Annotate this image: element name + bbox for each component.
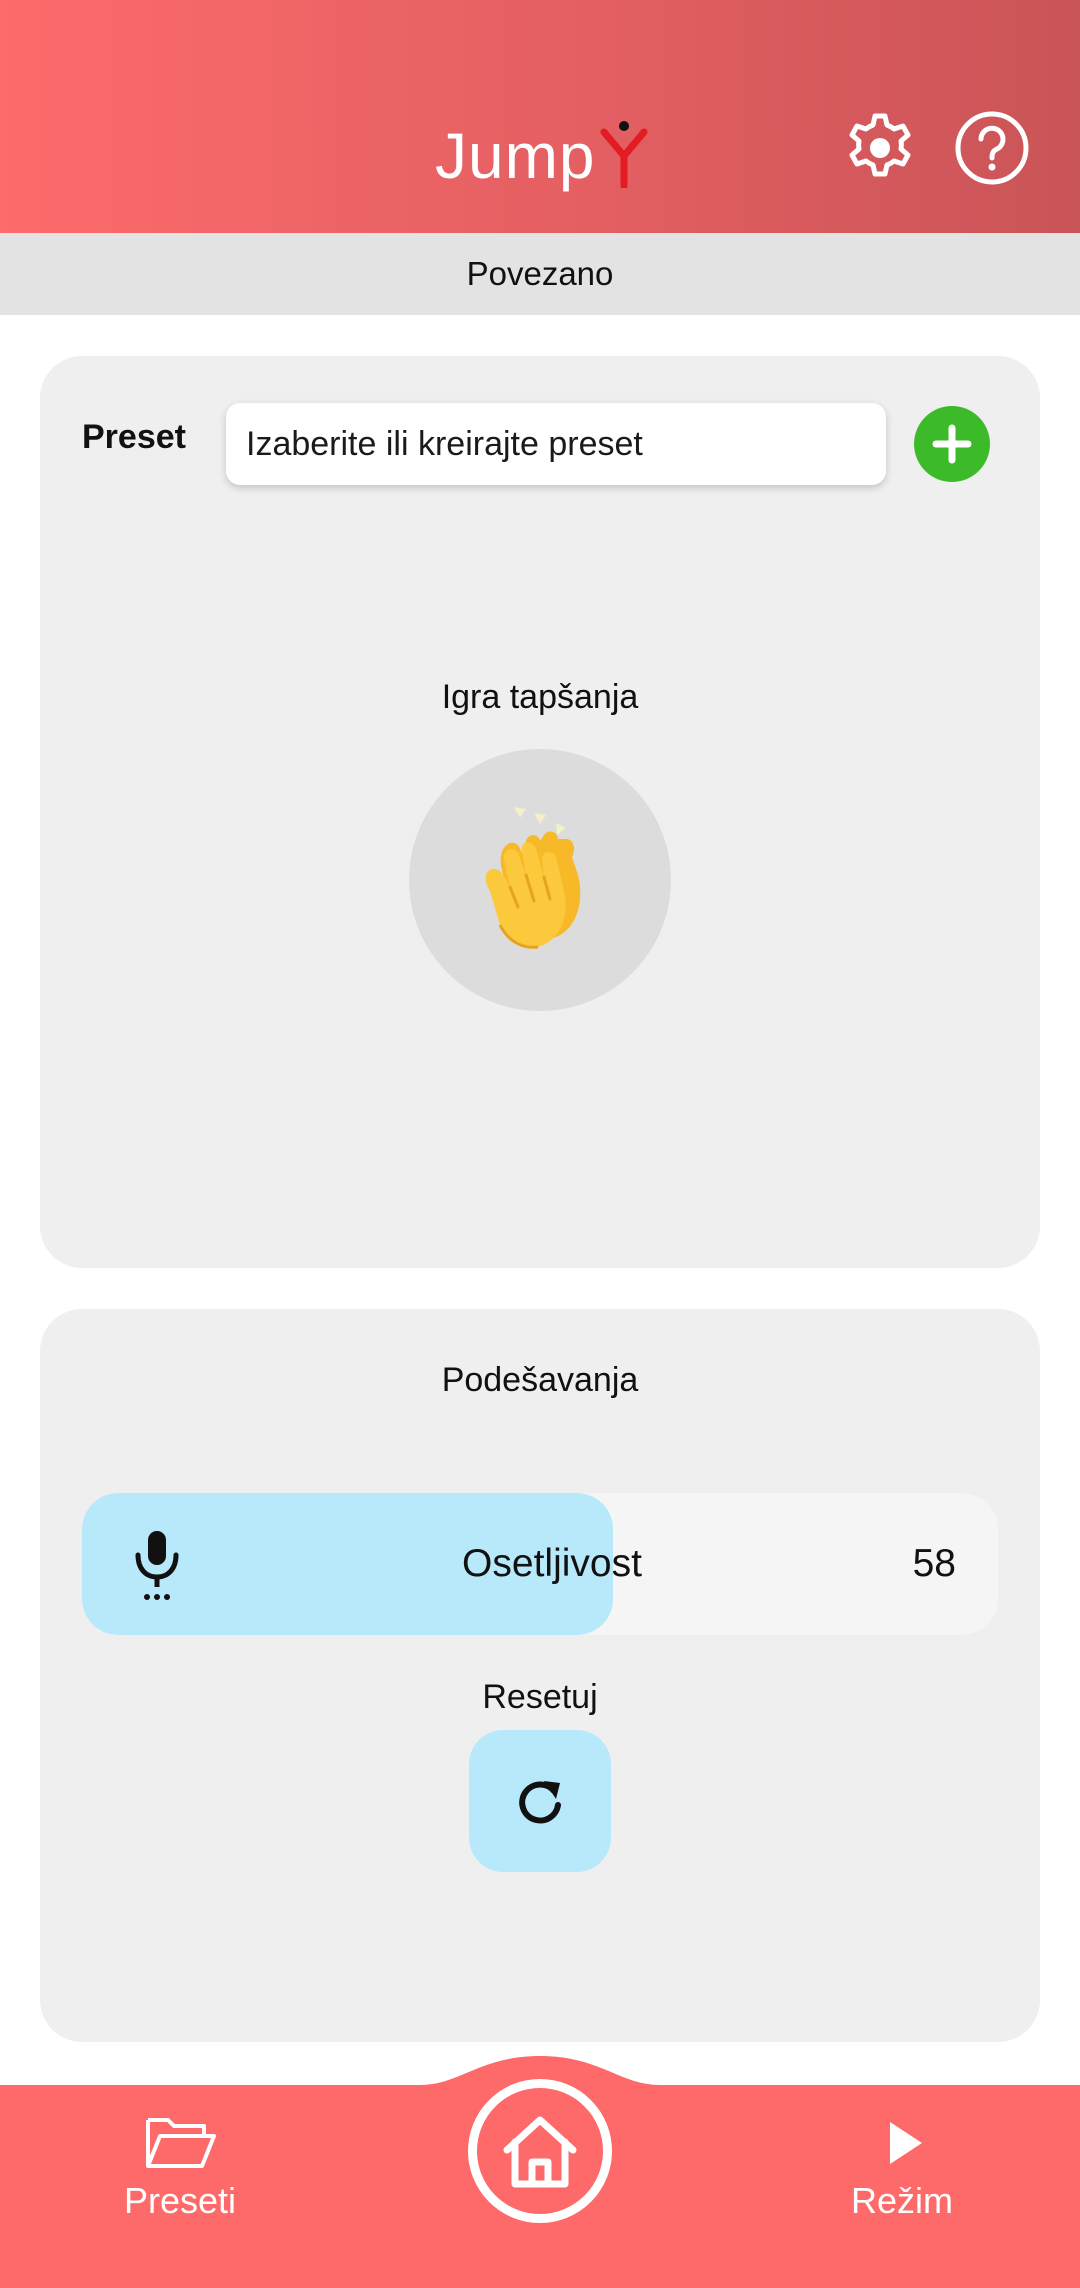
preset-input-placeholder: Izaberite ili kreirajte preset <box>246 424 643 463</box>
home-icon <box>503 2116 577 2188</box>
gear-icon <box>849 113 911 177</box>
connection-status: Povezano <box>0 233 1080 315</box>
help-button[interactable] <box>954 110 1030 186</box>
reset-label: Resetuj <box>482 1678 598 1716</box>
sensitivity-value: 58 <box>912 1542 956 1585</box>
game-button[interactable] <box>409 749 671 1011</box>
nav-home-button[interactable] <box>468 2079 612 2223</box>
settings-button[interactable] <box>842 110 918 186</box>
reset-button[interactable] <box>469 1730 611 1872</box>
preset-select-input[interactable]: Izaberite ili kreirajte preset <box>226 403 886 485</box>
connection-status-text: Povezano <box>466 255 614 292</box>
bottom-navigation: Preseti Režim <box>0 2016 1080 2288</box>
logo-text: Jump <box>435 120 596 192</box>
folder-icon <box>146 2118 216 2168</box>
nav-presets-label: Preseti <box>123 2180 237 2221</box>
nav-presets[interactable]: Preseti <box>70 2112 290 2222</box>
play-icon <box>890 2122 922 2164</box>
add-preset-button[interactable] <box>914 406 990 482</box>
question-icon <box>955 111 1029 185</box>
preset-card: Preset Izaberite ili kreirajte preset Ig… <box>40 356 1040 1268</box>
sensitivity-slider[interactable]: Osetljivost 58 <box>82 1493 998 1635</box>
nav-mode-label: Režim <box>850 2180 953 2221</box>
refresh-icon <box>519 1781 561 1824</box>
clapping-hands-icon <box>485 807 581 949</box>
app-header: Jump <box>0 0 1080 233</box>
nav-mode[interactable]: Režim <box>792 2112 1012 2222</box>
settings-card: Podešavanja Osetljivost 58 Resetuj <box>40 1309 1040 2042</box>
app-logo: Jump <box>435 108 650 188</box>
sensitivity-label: Osetljivost <box>462 1542 642 1585</box>
game-title: Igra tapšanja <box>441 678 639 716</box>
settings-title: Podešavanja <box>441 1361 639 1399</box>
plus-icon <box>932 424 972 464</box>
logo-y-figure-icon <box>600 121 647 188</box>
preset-label: Preset <box>82 418 186 456</box>
